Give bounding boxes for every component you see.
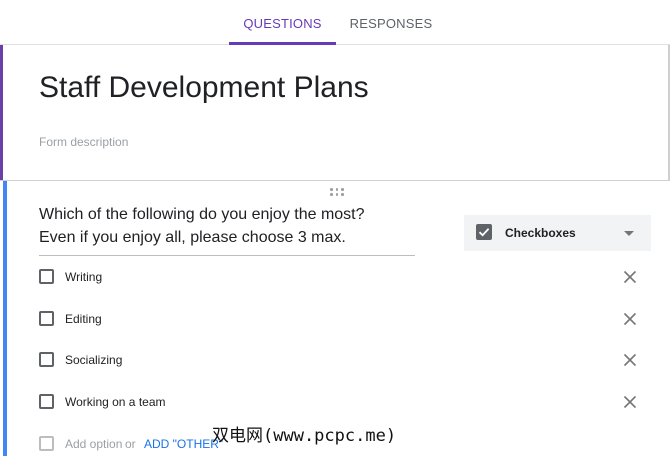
form-description-field[interactable]: Form description bbox=[39, 135, 128, 149]
option-row: Editing bbox=[0, 305, 670, 335]
option-label[interactable]: Writing bbox=[65, 270, 102, 284]
remove-option-icon[interactable] bbox=[621, 268, 639, 286]
option-row: Writing bbox=[0, 263, 670, 293]
form-title[interactable]: Staff Development Plans bbox=[39, 71, 369, 105]
checkbox-icon bbox=[39, 436, 54, 451]
remove-option-icon[interactable] bbox=[621, 393, 639, 411]
tab-bar: QUESTIONS RESPONSES bbox=[0, 0, 670, 45]
checkbox-icon bbox=[39, 394, 54, 409]
option-label[interactable]: Editing bbox=[65, 312, 102, 326]
add-option-field[interactable]: Add option bbox=[65, 437, 122, 451]
question-type-label: Checkboxes bbox=[505, 226, 576, 240]
option-label[interactable]: Working on a team bbox=[65, 395, 166, 409]
caret-down-icon bbox=[624, 231, 634, 236]
remove-option-icon[interactable] bbox=[621, 310, 639, 328]
remove-option-icon[interactable] bbox=[621, 351, 639, 369]
checkbox-icon bbox=[39, 352, 54, 367]
checkbox-icon bbox=[39, 311, 54, 326]
tab-responses[interactable]: RESPONSES bbox=[342, 0, 440, 44]
tab-questions[interactable]: QUESTIONS bbox=[229, 0, 336, 45]
form-header-card: Staff Development Plans Form description bbox=[3, 45, 668, 180]
drag-handle-icon[interactable] bbox=[329, 187, 345, 197]
option-row: Working on a team bbox=[0, 388, 670, 418]
question-card: Which of the following do you enjoy the … bbox=[0, 181, 670, 456]
question-type-dropdown[interactable]: Checkboxes bbox=[464, 215, 651, 251]
checkbox-checked-icon bbox=[476, 224, 492, 240]
watermark-text: 双电网(www.pcpc.me) bbox=[212, 426, 397, 446]
option-label[interactable]: Socializing bbox=[65, 353, 122, 367]
checkbox-icon bbox=[39, 269, 54, 284]
or-separator: or bbox=[125, 437, 136, 451]
option-row: Socializing bbox=[0, 346, 670, 376]
question-title-field[interactable]: Which of the following do you enjoy the … bbox=[39, 203, 415, 256]
